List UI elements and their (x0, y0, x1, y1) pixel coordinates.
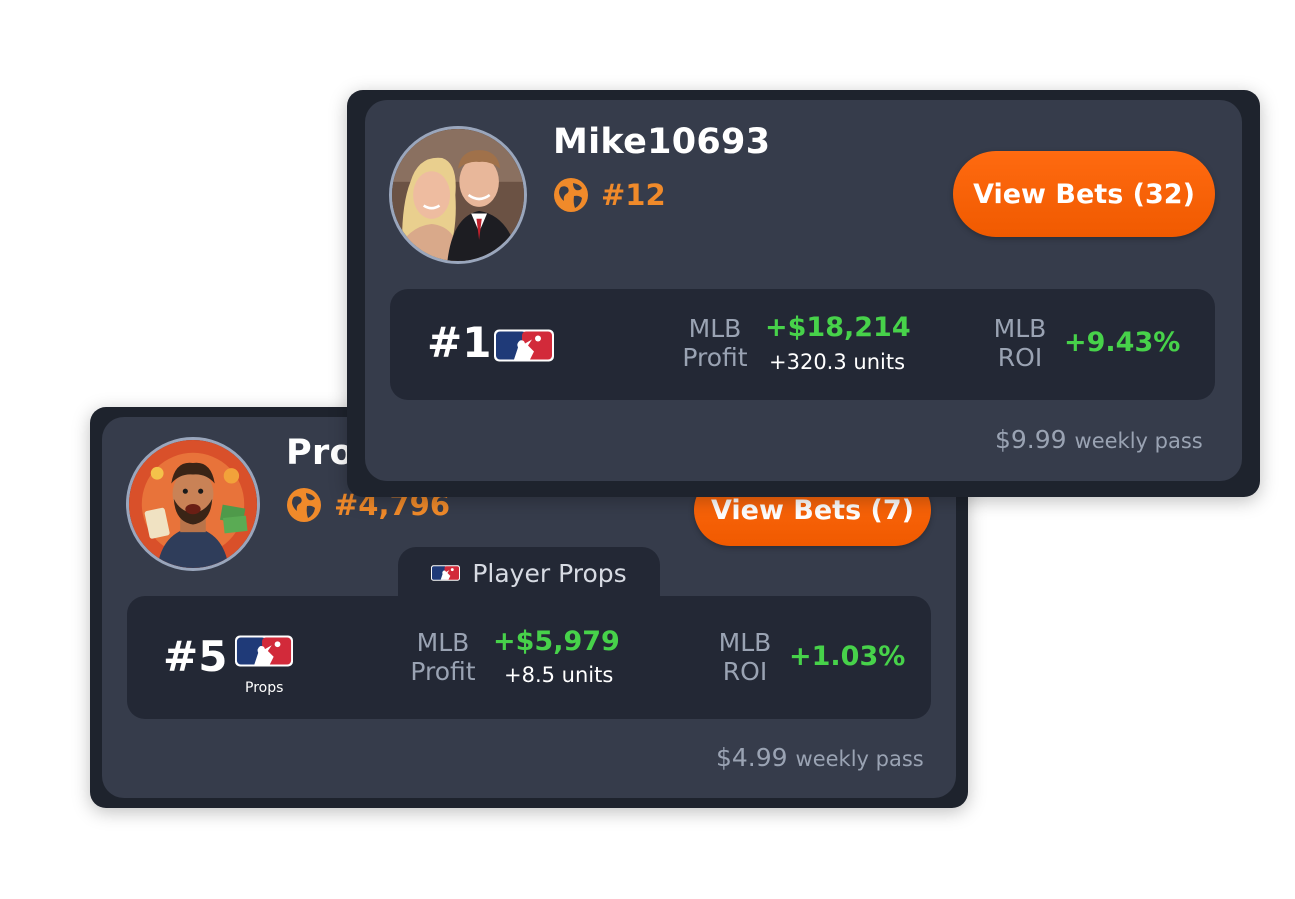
avatar (389, 126, 527, 264)
profit-value: +$18,214 (765, 312, 911, 343)
profit-units: +320.3 units (769, 350, 906, 374)
mlb-logo-icon (235, 635, 293, 667)
roi-label: MLB ROI (718, 628, 772, 686)
mlb-logo-icon (494, 329, 554, 362)
mlb-icon (431, 565, 461, 581)
couple-photo-avatar-icon (392, 129, 524, 261)
category-tab-label: Player Props (472, 558, 627, 588)
category-tab-player-props[interactable]: Player Props (398, 547, 660, 599)
global-rank: #12 (601, 178, 666, 212)
roi-label: MLB ROI (993, 314, 1047, 372)
global-rank-row: #12 (553, 177, 666, 213)
weekly-pass-price: $9.99 weekly pass (995, 425, 1203, 454)
username: Mike10693 (553, 122, 771, 162)
league-rank: #1 (427, 318, 492, 367)
globe-icon (287, 488, 321, 522)
roi-value: +9.43% (1064, 327, 1181, 358)
price: $4.99 (716, 743, 788, 772)
profit-units: +8.5 units (504, 663, 614, 687)
profit-label: MLB Profit (410, 628, 476, 686)
cartoon-bettor-avatar-icon (129, 440, 257, 568)
view-bets-button[interactable]: View Bets (32) (953, 151, 1215, 237)
avatar (126, 437, 260, 571)
profit-value: +$5,979 (493, 626, 620, 657)
profit-label: MLB Profit (682, 314, 748, 372)
price-period: weekly pass (795, 747, 924, 771)
weekly-pass-price: $4.99 weekly pass (716, 743, 924, 772)
price: $9.99 (995, 425, 1067, 454)
league-rank: #5 (163, 632, 228, 681)
globe-icon (554, 178, 588, 212)
league-sub-label: Props (245, 680, 284, 696)
username: Pro (286, 433, 354, 473)
roi-value: +1.03% (789, 641, 906, 672)
price-period: weekly pass (1074, 429, 1203, 453)
